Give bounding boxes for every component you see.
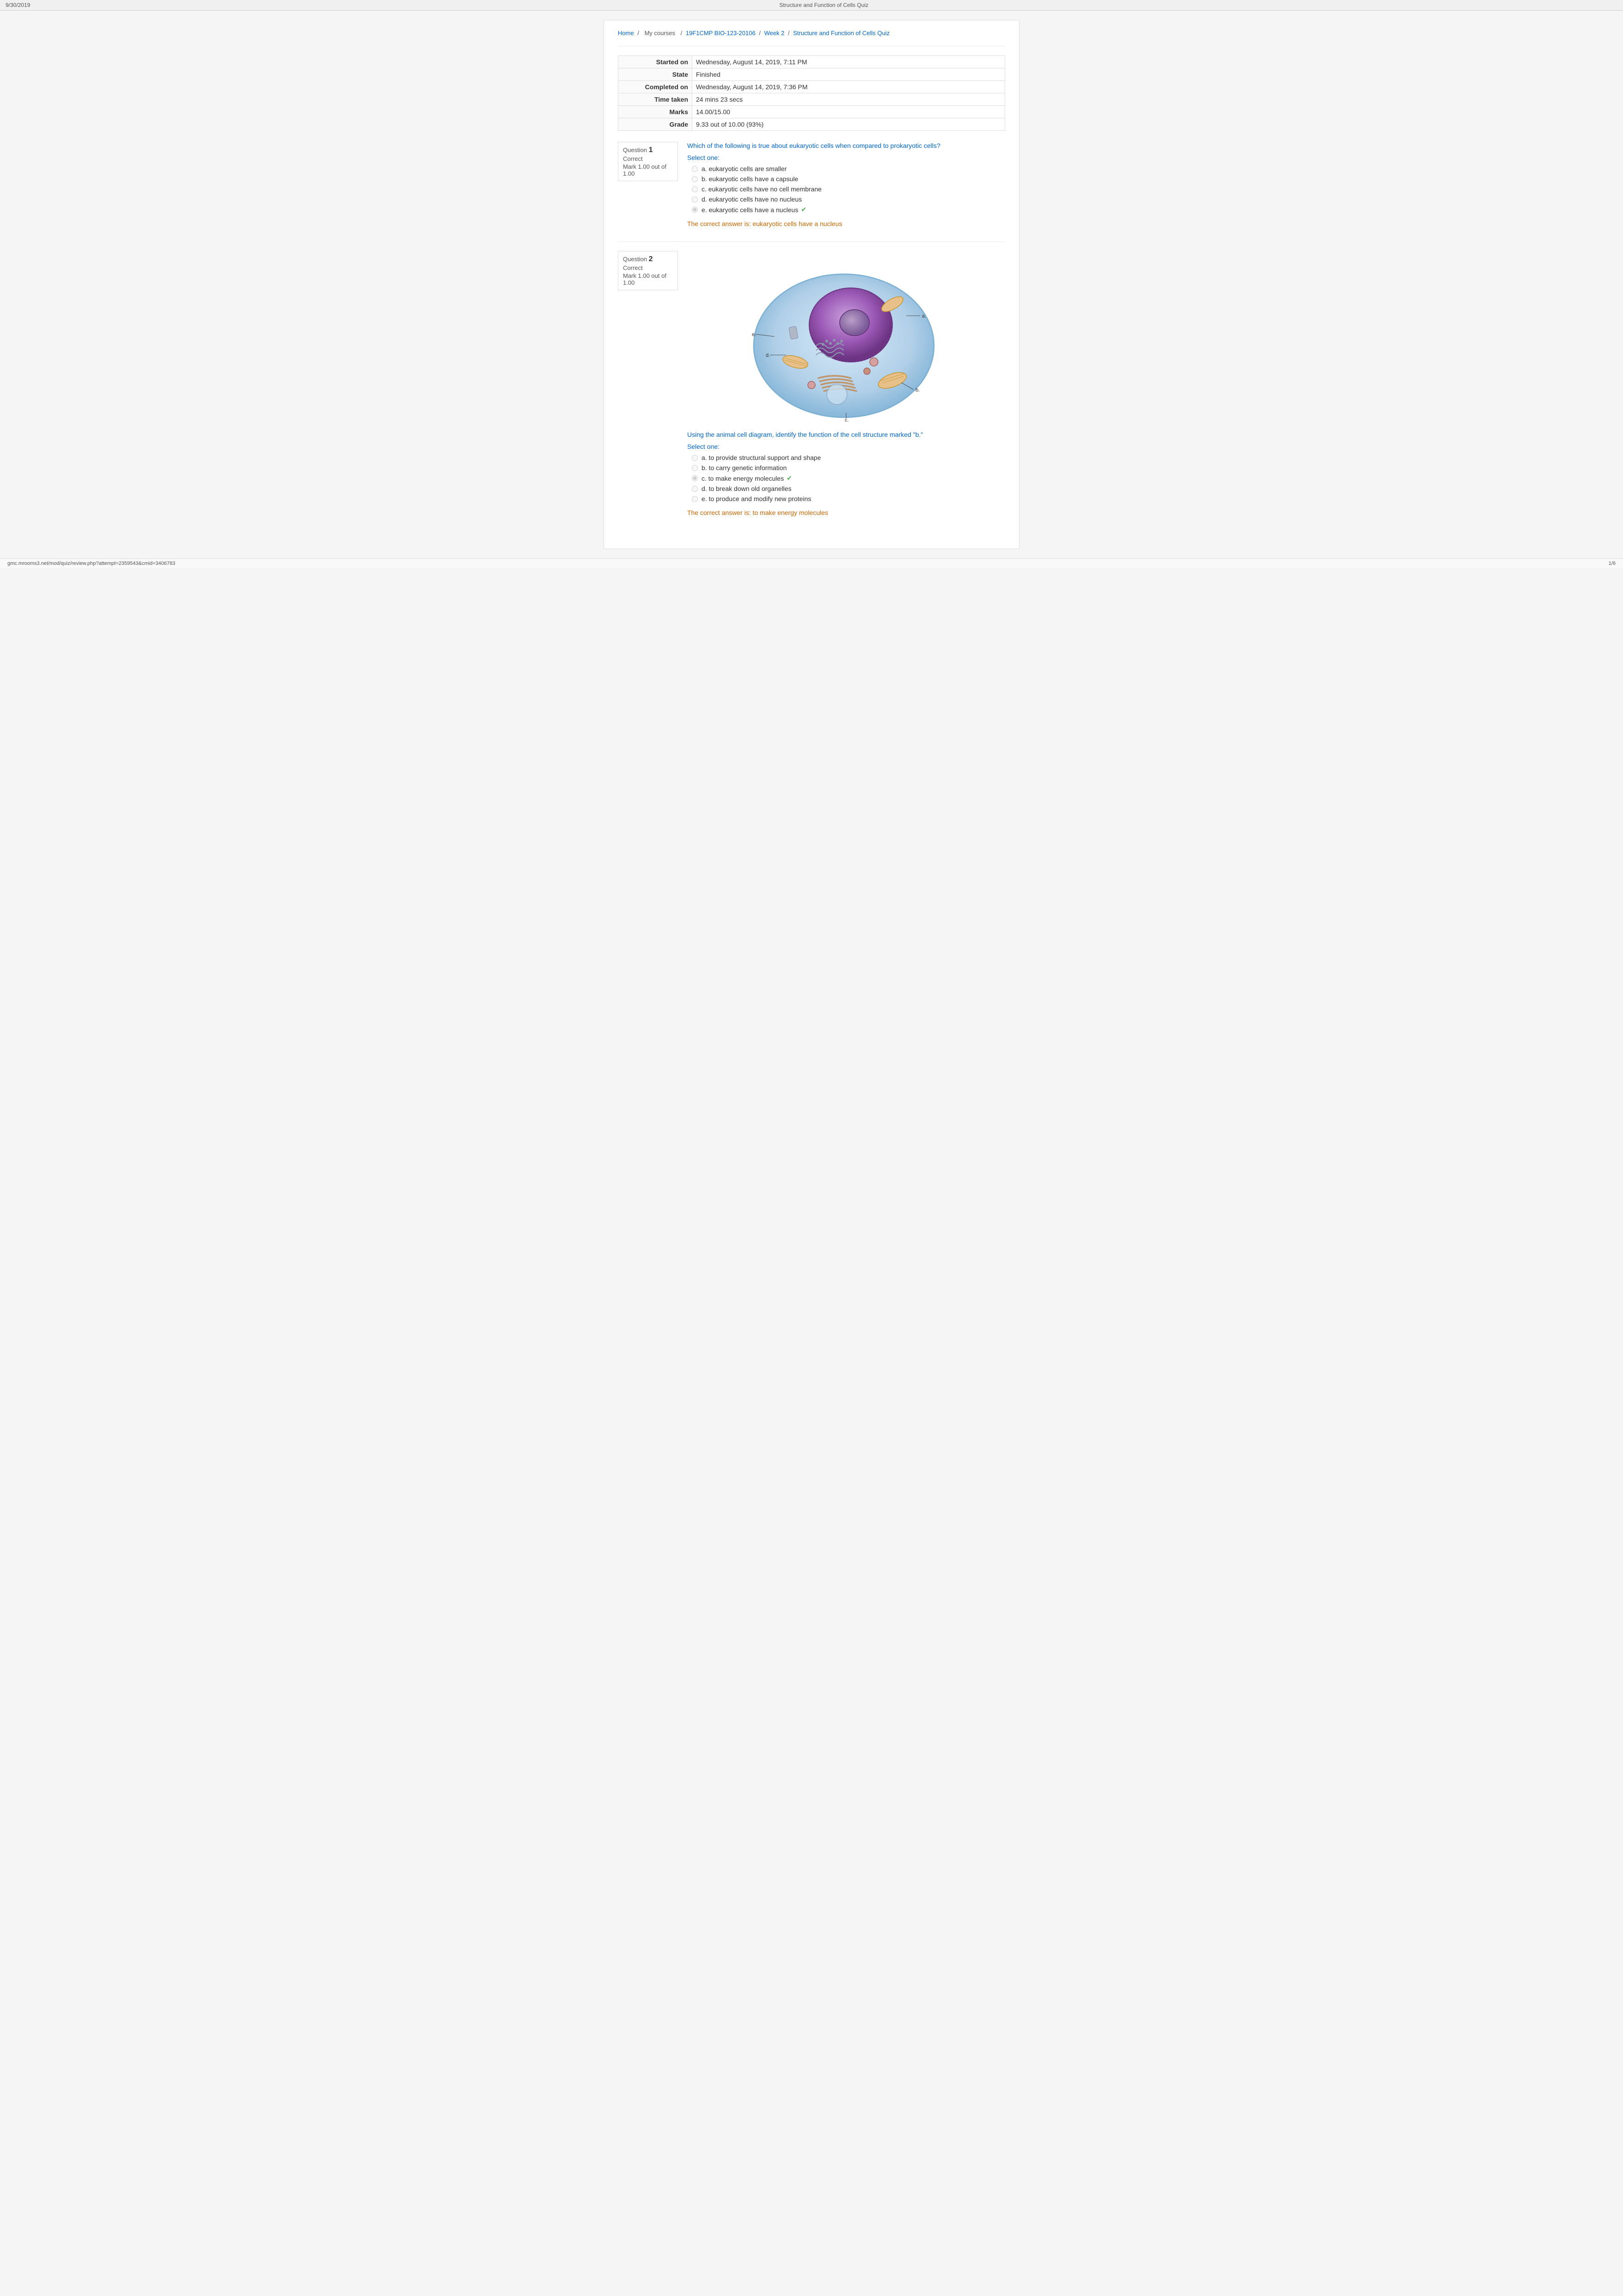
question-2-number: Question 2 — [623, 255, 673, 263]
footer-url: gmc.mrooms3.net/mod/quiz/review.php?atte… — [7, 561, 175, 566]
q2-option-b-label: b. to carry genetic information — [702, 464, 787, 471]
q2-radio-d[interactable] — [692, 486, 698, 492]
q2-option-c-label: c. to make energy molecules — [702, 475, 784, 482]
q1-option-a-label: a. eukaryotic cells are smaller — [702, 165, 787, 172]
started-on-label: Started on — [618, 56, 692, 68]
breadcrumb-sep3: / — [759, 30, 761, 37]
browser-date: 9/30/2019 — [6, 2, 30, 8]
question-1-correct-answer: The correct answer is: eukaryotic cells … — [687, 220, 1005, 227]
question-1-num-bold: 1 — [649, 146, 653, 154]
q1-option-b: b. eukaryotic cells have a capsule — [692, 175, 1005, 183]
question-2-text: Using the animal cell diagram, identify … — [687, 431, 1005, 438]
started-on-value: Wednesday, August 14, 2019, 7:11 PM — [692, 56, 1005, 68]
breadcrumb-mycourses: My courses — [645, 30, 675, 37]
svg-text:c.: c. — [845, 417, 849, 422]
question-2-mark: Mark 1.00 out of 1.00 — [623, 272, 673, 286]
breadcrumb-course[interactable]: 19F1CMP BIO-123-20106 — [686, 30, 756, 37]
svg-text:e.: e. — [752, 332, 756, 337]
question-2-select-label: Select one: — [687, 443, 1005, 450]
q2-correct-icon: ✔ — [787, 474, 792, 482]
separator-2 — [618, 241, 1005, 242]
breadcrumb-week[interactable]: Week 2 — [764, 30, 785, 37]
q1-radio-e[interactable] — [692, 207, 698, 213]
question-1-number: Question 1 — [623, 146, 673, 154]
q1-option-d: d. eukaryotic cells have no nucleus — [692, 196, 1005, 203]
q2-radio-a[interactable] — [692, 455, 698, 461]
question-1-block: Question 1 Correct Mark 1.00 out of 1.00… — [618, 142, 1005, 227]
breadcrumb: Home / My courses / 19F1CMP BIO-123-2010… — [618, 30, 1005, 37]
question-2-content: a. b. c. d. e. Using the animal cell dia… — [687, 251, 1005, 516]
info-row-completed: Completed on Wednesday, August 14, 2019,… — [618, 81, 1005, 93]
svg-text:d.: d. — [766, 353, 770, 358]
svg-text:a.: a. — [922, 313, 926, 319]
q1-option-a: a. eukaryotic cells are smaller — [692, 165, 1005, 172]
info-row-marks: Marks 14.00/15.00 — [618, 106, 1005, 118]
info-row-grade: Grade 9.33 out of 10.00 (93%) — [618, 118, 1005, 131]
question-1-mark: Mark 1.00 out of 1.00 — [623, 163, 673, 177]
state-label: State — [618, 68, 692, 81]
question-1-status: Correct — [623, 155, 673, 162]
q2-option-d-label: d. to break down old organelles — [702, 485, 792, 492]
question-2-options: a. to provide structural support and sha… — [692, 454, 1005, 502]
q1-option-c-label: c. eukaryotic cells have no cell membran… — [702, 185, 822, 193]
breadcrumb-sep2: / — [681, 30, 683, 37]
breadcrumb-sep1: / — [637, 30, 639, 37]
state-value: Finished — [692, 68, 1005, 81]
question-1-text: Which of the following is true about euk… — [687, 142, 1005, 149]
q2-radio-b[interactable] — [692, 465, 698, 471]
breadcrumb-home[interactable]: Home — [618, 30, 634, 37]
q1-option-c: c. eukaryotic cells have no cell membran… — [692, 185, 1005, 193]
completed-on-label: Completed on — [618, 81, 692, 93]
question-2-status: Correct — [623, 264, 673, 271]
q1-radio-a[interactable] — [692, 166, 698, 172]
footer-page-num: 1/6 — [1609, 561, 1616, 566]
question-1-select-label: Select one: — [687, 154, 1005, 161]
info-row-time: Time taken 24 mins 23 secs — [618, 93, 1005, 106]
q1-radio-b[interactable] — [692, 176, 698, 182]
q1-radio-c[interactable] — [692, 186, 698, 192]
time-taken-value: 24 mins 23 secs — [692, 93, 1005, 106]
question-2-num-bold: 2 — [649, 255, 653, 263]
svg-text:b.: b. — [915, 387, 920, 393]
completed-on-value: Wednesday, August 14, 2019, 7:36 PM — [692, 81, 1005, 93]
question-1-sidebar: Question 1 Correct Mark 1.00 out of 1.00 — [618, 142, 678, 181]
quiz-info-table: Started on Wednesday, August 14, 2019, 7… — [618, 55, 1005, 131]
q1-option-d-label: d. eukaryotic cells have no nucleus — [702, 196, 802, 203]
question-2-block: Question 2 Correct Mark 1.00 out of 1.00 — [618, 251, 1005, 516]
marks-value: 14.00/15.00 — [692, 106, 1005, 118]
q2-option-e: e. to produce and modify new proteins — [692, 495, 1005, 502]
q2-option-b: b. to carry genetic information — [692, 464, 1005, 471]
info-row-state: State Finished — [618, 68, 1005, 81]
q1-option-e-label: e. eukaryotic cells have a nucleus — [702, 206, 798, 214]
grade-value: 9.33 out of 10.00 (93%) — [692, 118, 1005, 131]
q2-option-a: a. to provide structural support and sha… — [692, 454, 1005, 461]
q1-radio-d[interactable] — [692, 196, 698, 202]
q1-option-b-label: b. eukaryotic cells have a capsule — [702, 175, 798, 183]
cell-diagram-wrapper: a. b. c. d. e. — [687, 256, 1005, 423]
q2-option-e-label: e. to produce and modify new proteins — [702, 495, 811, 502]
question-2-sidebar: Question 2 Correct Mark 1.00 out of 1.00 — [618, 251, 678, 290]
question-2-correct-answer: The correct answer is: to make energy mo… — [687, 509, 1005, 516]
breadcrumb-sep4: / — [788, 30, 790, 37]
breadcrumb-quiz[interactable]: Structure and Function of Cells Quiz — [793, 30, 890, 37]
cell-diagram-svg: a. b. c. d. e. — [749, 256, 943, 422]
q1-option-e: e. eukaryotic cells have a nucleus ✔ — [692, 206, 1005, 214]
main-container: Home / My courses / 19F1CMP BIO-123-2010… — [604, 20, 1019, 549]
marks-label: Marks — [618, 106, 692, 118]
browser-page-title: Structure and Function of Cells Quiz — [779, 2, 868, 8]
browser-bar: 9/30/2019 Structure and Function of Cell… — [0, 0, 1623, 11]
question-1-content: Which of the following is true about euk… — [687, 142, 1005, 227]
time-taken-label: Time taken — [618, 93, 692, 106]
info-row-started: Started on Wednesday, August 14, 2019, 7… — [618, 56, 1005, 68]
q2-radio-c[interactable] — [692, 475, 698, 481]
grade-label: Grade — [618, 118, 692, 131]
q2-option-a-label: a. to provide structural support and sha… — [702, 454, 821, 461]
question-1-options: a. eukaryotic cells are smaller b. eukar… — [692, 165, 1005, 214]
q2-option-c: c. to make energy molecules ✔ — [692, 474, 1005, 482]
q2-option-d: d. to break down old organelles — [692, 485, 1005, 492]
q1-correct-icon: ✔ — [801, 206, 806, 214]
q2-radio-e[interactable] — [692, 496, 698, 502]
